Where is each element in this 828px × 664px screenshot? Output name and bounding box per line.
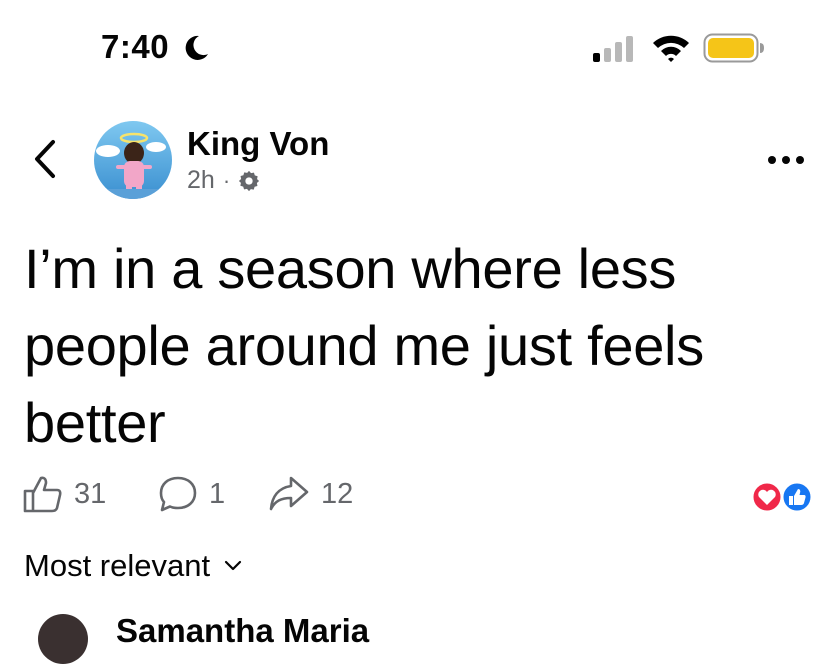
share-count: 12	[321, 477, 354, 510]
post-time[interactable]: 2h	[187, 166, 215, 195]
avatar[interactable]	[94, 121, 172, 199]
like-button[interactable]: 31	[22, 474, 106, 514]
back-button[interactable]	[28, 137, 64, 181]
signal-icon	[593, 36, 633, 62]
comment-icon	[159, 476, 197, 512]
gear-icon[interactable]	[238, 170, 260, 192]
share-button[interactable]: 12	[267, 474, 353, 514]
share-icon	[269, 476, 309, 511]
post-meta: 2h ·	[187, 166, 260, 195]
like-count: 31	[74, 477, 107, 510]
comment-button[interactable]: 1	[157, 474, 225, 514]
wifi-icon	[653, 35, 689, 62]
thumbs-up-icon	[23, 476, 62, 513]
meta-separator: ·	[222, 167, 231, 193]
comment-count: 1	[209, 477, 226, 510]
moon-icon	[185, 35, 208, 60]
battery-icon	[703, 33, 764, 63]
post-text: I’m in a season where less people around…	[24, 237, 704, 454]
sort-label: Most relevant	[24, 548, 211, 583]
author-name[interactable]: King Von	[187, 125, 329, 163]
reaction-icons[interactable]	[750, 480, 816, 514]
comment-avatar[interactable]	[38, 614, 88, 664]
chevron-down-icon	[224, 560, 242, 571]
more-options-icon[interactable]	[766, 150, 806, 170]
comment-author[interactable]: Samantha Maria	[116, 612, 369, 650]
status-time: 7:40	[101, 28, 170, 65]
sort-comments-button[interactable]: Most relevant	[24, 548, 242, 584]
